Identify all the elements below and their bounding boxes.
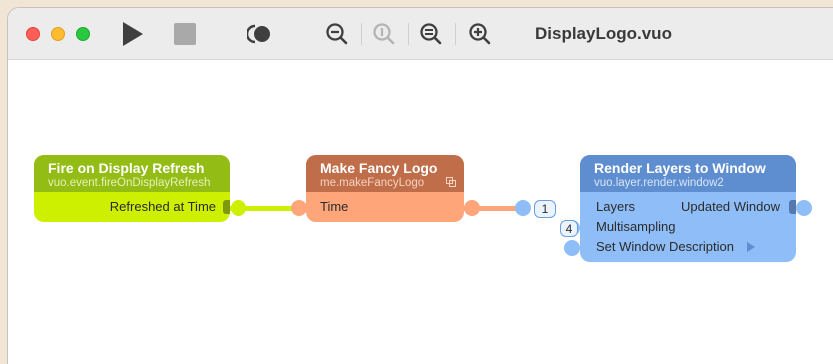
output-port-updated-window-dot[interactable] [796,200,812,216]
input-port-label: Multisampling [596,219,676,234]
actual-size-button[interactable] [370,21,398,47]
actual-size-icon [373,23,395,45]
multisampling-constant[interactable]: 4 [560,220,578,237]
event-cable-end [231,200,246,216]
zoom-in-button[interactable] [466,21,494,47]
zoom-window-button[interactable] [76,27,90,41]
node-header: Render Layers to Window vuo.layer.render… [580,155,796,192]
stop-icon [174,23,196,45]
node-header: Fire on Display Refresh vuo.event.fireOn… [34,155,230,192]
subcomposition-icon [446,177,456,187]
zoom-out-icon [326,23,348,45]
input-port-label: Time [320,199,349,214]
render-layers-to-window-node[interactable]: Render Layers to Window vuo.layer.render… [580,155,796,262]
node-title: Make Fancy Logo [320,160,438,176]
expand-arrow-icon [747,242,755,252]
toolbar-separator [455,23,456,45]
show-events-icon [247,24,270,44]
list-input-count[interactable]: 1 [534,200,556,218]
input-port-label: Set Window Description [596,239,734,254]
window-title: DisplayLogo.vuo [535,24,672,43]
zoom-in-icon [469,23,491,45]
stop-button[interactable] [171,21,199,47]
title-bar: DisplayLogo.vuo [8,8,833,60]
show-events-button[interactable] [245,21,275,47]
input-port-label: Layers [596,199,636,214]
output-port-label: Refreshed at Time [109,199,216,214]
input-port-time[interactable] [291,200,307,216]
node-title: Fire on Display Refresh [48,160,205,176]
play-icon [123,22,143,46]
node-class-name: me.makeFancyLogo [320,177,425,189]
zoom-to-fit-icon [420,23,442,45]
node-title: Render Layers to Window [594,160,766,176]
input-port-set-window-description[interactable] [564,240,580,256]
node-class-name: vuo.layer.render.window2 [594,177,724,189]
output-port-refreshed-at-time[interactable] [223,200,230,214]
output-port-updated-window[interactable] [789,200,796,214]
fire-on-display-refresh-node[interactable]: Fire on Display Refresh vuo.event.fireOn… [34,155,230,222]
output-port-layer[interactable] [464,200,480,216]
make-fancy-logo-node[interactable]: Make Fancy Logo me.makeFancyLogo Time [306,155,464,222]
toolbar-separator [408,23,409,45]
output-port-label: Updated Window [681,199,780,214]
node-header: Make Fancy Logo me.makeFancyLogo [306,155,464,192]
editor-window: DisplayLogo.vuo Fire on Display Refresh … [8,8,833,364]
run-button[interactable] [118,21,146,47]
zoom-to-fit-button[interactable] [417,21,445,47]
zoom-out-button[interactable] [323,21,351,47]
toolbar-separator [361,23,362,45]
close-window-button[interactable] [26,27,40,41]
node-class-name: vuo.event.fireOnDisplayRefresh [48,177,211,189]
composition-canvas[interactable]: Fire on Display Refresh vuo.event.fireOn… [8,61,833,364]
minimize-window-button[interactable] [51,27,65,41]
input-port-layers[interactable] [515,200,531,216]
